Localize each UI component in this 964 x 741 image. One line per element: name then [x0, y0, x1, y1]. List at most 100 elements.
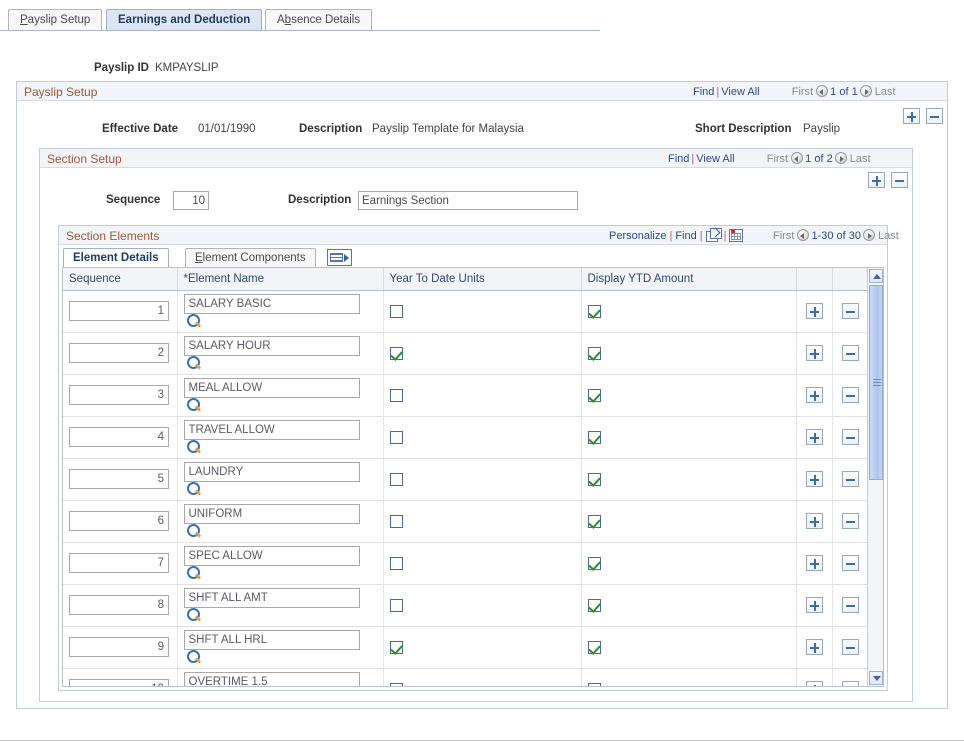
column-header-year-to-date-units[interactable]: Year To Date Units — [383, 268, 581, 290]
display-ytd-amount-checkbox[interactable] — [588, 515, 601, 528]
lookup-magnifier-icon[interactable] — [187, 566, 202, 581]
sequence-input[interactable] — [69, 343, 169, 363]
section-setup-first-label[interactable]: First — [767, 153, 788, 165]
delete-row-button[interactable] — [842, 387, 859, 403]
add-row-button[interactable] — [806, 345, 823, 361]
payslip-setup-next-arrow-icon[interactable] — [860, 85, 872, 97]
tab-element-components[interactable]: Element Components — [185, 248, 316, 268]
delete-row-button[interactable] — [842, 555, 859, 571]
column-header-display-ytd-amount[interactable]: Display YTD Amount — [581, 268, 796, 290]
section-setup-add-row-button[interactable] — [868, 172, 885, 188]
add-row-button[interactable] — [806, 555, 823, 571]
grid-first-label[interactable]: First — [773, 230, 794, 242]
lookup-magnifier-icon[interactable] — [187, 524, 202, 539]
delete-row-button[interactable] — [842, 597, 859, 613]
section-setup-last-label[interactable]: Last — [850, 153, 871, 165]
element-name-input[interactable] — [184, 462, 360, 482]
section-setup-previous-arrow-icon[interactable] — [791, 152, 803, 164]
grid-next-arrow-icon[interactable] — [863, 229, 875, 241]
sequence-input[interactable] — [69, 511, 169, 531]
tab-payslip-setup[interactable]: Payslip Setup — [8, 9, 102, 31]
year-to-date-units-checkbox[interactable] — [390, 347, 403, 360]
section-description-input[interactable] — [358, 191, 578, 210]
sequence-input[interactable] — [69, 679, 169, 687]
scroll-up-arrow-icon[interactable] — [869, 269, 883, 283]
lookup-magnifier-icon[interactable] — [187, 440, 202, 455]
payslip-setup-delete-row-button[interactable] — [926, 108, 943, 124]
tab-earnings-and-deduction[interactable]: Earnings and Deduction — [106, 9, 262, 31]
delete-row-button[interactable] — [842, 639, 859, 655]
section-setup-next-arrow-icon[interactable] — [835, 152, 847, 164]
download-spreadsheet-icon[interactable] — [729, 229, 743, 242]
personalize-link[interactable]: Personalize — [609, 230, 666, 242]
lookup-magnifier-icon[interactable] — [187, 482, 202, 497]
display-ytd-amount-checkbox[interactable] — [588, 389, 601, 402]
display-ytd-amount-checkbox[interactable] — [588, 431, 601, 444]
delete-row-button[interactable] — [842, 345, 859, 361]
year-to-date-units-checkbox[interactable] — [390, 515, 403, 528]
display-ytd-amount-checkbox[interactable] — [588, 347, 601, 360]
display-ytd-amount-checkbox[interactable] — [588, 599, 601, 612]
element-name-input[interactable] — [184, 546, 360, 566]
sequence-input[interactable] — [69, 427, 169, 447]
scroll-down-arrow-icon[interactable] — [869, 671, 883, 685]
display-ytd-amount-checkbox[interactable] — [588, 305, 601, 318]
add-row-button[interactable] — [806, 471, 823, 487]
add-row-button[interactable] — [806, 513, 823, 529]
sequence-input[interactable] — [69, 553, 169, 573]
section-setup-find-link[interactable]: Find — [668, 153, 689, 165]
payslip-setup-view-all-link[interactable]: View All — [721, 86, 759, 98]
add-row-button[interactable] — [806, 429, 823, 445]
year-to-date-units-checkbox[interactable] — [390, 431, 403, 444]
grid-find-link[interactable]: Find — [675, 230, 696, 242]
grid-vertical-scrollbar[interactable] — [867, 268, 883, 686]
lookup-magnifier-icon[interactable] — [187, 314, 202, 329]
element-name-input[interactable] — [184, 336, 360, 356]
year-to-date-units-checkbox[interactable] — [390, 599, 403, 612]
payslip-setup-previous-arrow-icon[interactable] — [816, 85, 828, 97]
element-name-input[interactable] — [184, 588, 360, 608]
delete-row-button[interactable] — [842, 471, 859, 487]
element-name-input[interactable] — [184, 378, 360, 398]
display-ytd-amount-checkbox[interactable] — [588, 641, 601, 654]
payslip-setup-last-label[interactable]: Last — [875, 86, 896, 98]
element-name-input[interactable] — [184, 294, 360, 314]
year-to-date-units-checkbox[interactable] — [390, 641, 403, 654]
tab-absence-details[interactable]: Absence Details — [265, 9, 372, 31]
grid-previous-arrow-icon[interactable] — [797, 229, 809, 241]
add-row-button[interactable] — [806, 639, 823, 655]
payslip-setup-first-label[interactable]: First — [792, 86, 813, 98]
delete-row-button[interactable] — [842, 429, 859, 445]
display-ytd-amount-checkbox[interactable] — [588, 557, 601, 570]
add-row-button[interactable] — [806, 681, 823, 687]
scrollbar-thumb[interactable] — [869, 285, 883, 480]
payslip-setup-find-link[interactable]: Find — [693, 86, 714, 98]
year-to-date-units-checkbox[interactable] — [390, 473, 403, 486]
add-row-button[interactable] — [806, 303, 823, 319]
delete-row-button[interactable] — [842, 513, 859, 529]
payslip-setup-add-row-button[interactable] — [903, 108, 920, 124]
show-all-columns-icon[interactable] — [327, 249, 352, 266]
add-row-button[interactable] — [806, 597, 823, 613]
year-to-date-units-checkbox[interactable] — [390, 305, 403, 318]
add-row-button[interactable] — [806, 387, 823, 403]
element-name-input[interactable] — [184, 672, 360, 688]
year-to-date-units-checkbox[interactable] — [390, 683, 403, 688]
display-ytd-amount-checkbox[interactable] — [588, 473, 601, 486]
lookup-magnifier-icon[interactable] — [187, 398, 202, 413]
sequence-input[interactable] — [69, 385, 169, 405]
tab-element-details[interactable]: Element Details — [63, 248, 169, 268]
section-setup-view-all-link[interactable]: View All — [696, 153, 734, 165]
display-ytd-amount-checkbox[interactable] — [588, 683, 601, 688]
sequence-input[interactable] — [69, 595, 169, 615]
element-name-input[interactable] — [184, 630, 360, 650]
sequence-input[interactable] — [69, 301, 169, 321]
new-window-icon[interactable] — [706, 228, 721, 242]
sequence-input[interactable] — [69, 637, 169, 657]
column-header-sequence[interactable]: Sequence — [63, 268, 177, 290]
element-name-input[interactable] — [184, 504, 360, 524]
lookup-magnifier-icon[interactable] — [187, 608, 202, 623]
column-header-element-name[interactable]: *Element Name — [177, 268, 383, 290]
section-setup-delete-row-button[interactable] — [891, 172, 908, 188]
delete-row-button[interactable] — [842, 303, 859, 319]
